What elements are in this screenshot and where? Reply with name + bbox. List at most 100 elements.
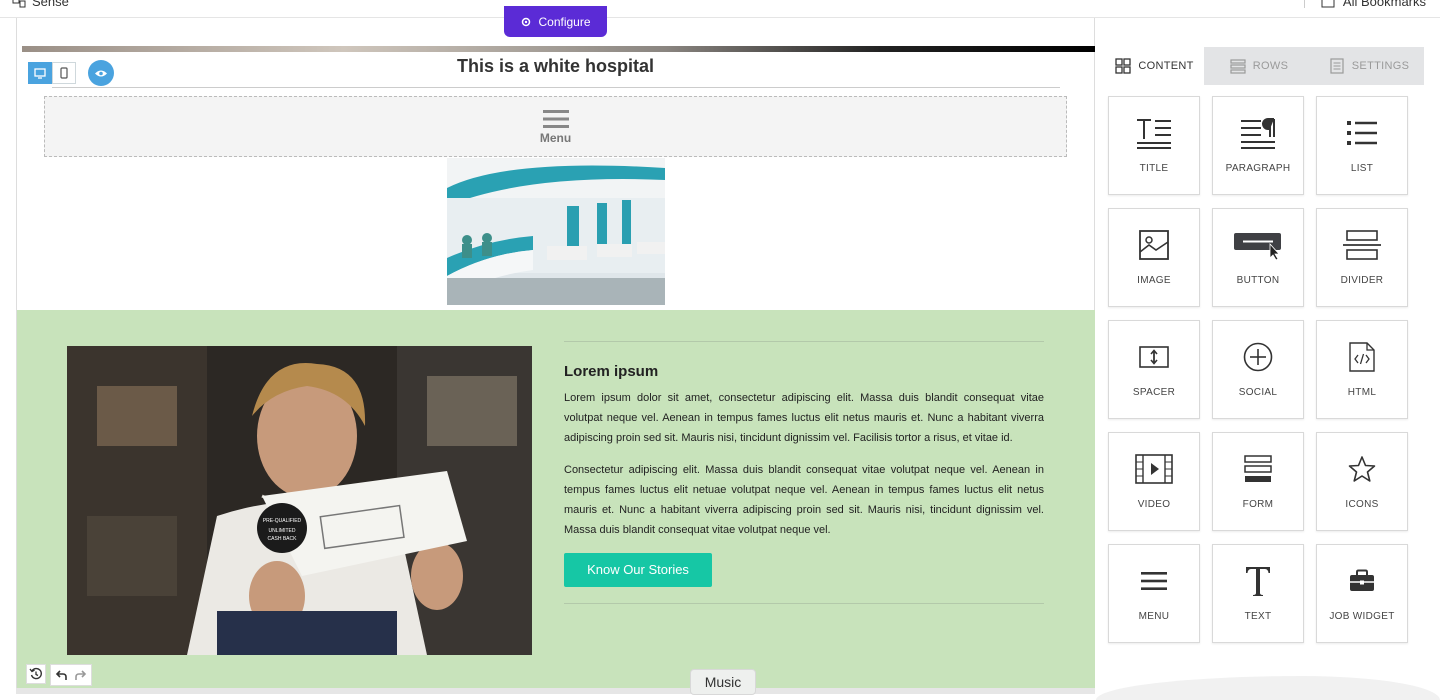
menu-block[interactable]: Menu (44, 96, 1067, 157)
block-icons-label: ICONS (1345, 499, 1379, 510)
badge-line-1: PRE-QUALIFIED (263, 518, 302, 524)
block-list[interactable]: LIST (1316, 96, 1408, 195)
spacer-icon (1139, 346, 1169, 368)
paragraph-icon (1241, 118, 1275, 149)
block-title[interactable]: TITLE (1108, 96, 1200, 195)
title-icon (1137, 119, 1171, 149)
configure-label: Configure (538, 14, 591, 29)
badge-line-2: UNLIMITED (269, 528, 296, 534)
block-button-label: BUTTON (1236, 275, 1280, 286)
button-icon (1234, 233, 1281, 260)
block-menu[interactable]: MENU (1108, 544, 1200, 643)
block-video[interactable]: VIDEO (1108, 432, 1200, 531)
preview-button[interactable] (88, 60, 114, 86)
list-icon (1347, 121, 1377, 145)
block-button[interactable]: BUTTON (1212, 208, 1304, 307)
block-image[interactable]: IMAGE (1108, 208, 1200, 307)
topbar-divider (1304, 0, 1305, 8)
image-icon (1139, 230, 1169, 260)
briefcase-icon (1350, 569, 1374, 591)
desktop-icon (34, 67, 46, 79)
block-text[interactable]: TEXT (1212, 544, 1304, 643)
block-menu-label: MENU (1138, 611, 1170, 622)
all-bookmarks-label: All Bookmarks (1342, 0, 1426, 9)
tab-rows[interactable]: ROWS (1204, 47, 1314, 85)
sense-label: Sense (32, 0, 69, 9)
tab-rows-label: ROWS (1252, 60, 1289, 72)
history-button[interactable] (26, 664, 46, 684)
block-image-label: IMAGE (1137, 275, 1171, 286)
history-icon (29, 667, 42, 680)
sense-link[interactable]: Sense (12, 0, 69, 9)
man-reading-letter-picture: PRE-QUALIFIED UNLIMITED CASH BACK (67, 346, 532, 655)
history-controls (26, 664, 92, 686)
section-heading[interactable]: Lorem ipsum (564, 363, 1044, 380)
section-paragraph-2[interactable]: Consectetur adipiscing elit. Massa duis … (564, 460, 1044, 540)
block-video-label: VIDEO (1137, 499, 1171, 510)
redo-button[interactable] (71, 665, 91, 685)
block-text-label: TEXT (1244, 611, 1272, 622)
video-film-icon (1135, 454, 1173, 484)
bookmark-folder-icon (1321, 0, 1335, 7)
gear-icon (522, 17, 531, 26)
divider-icon (1343, 230, 1381, 260)
block-paragraph[interactable]: PARAGRAPH (1212, 96, 1304, 195)
social-plus-icon (1243, 342, 1273, 372)
top-bar: Sense All Bookmarks (0, 0, 1440, 18)
section-paragraph-1[interactable]: Lorem ipsum dolor sit amet, consectetur … (564, 388, 1044, 448)
tab-settings-label: SETTINGS (1351, 60, 1410, 72)
rows-icon (1230, 59, 1246, 74)
block-form-label: FORM (1242, 499, 1274, 510)
bottom-divider (564, 603, 1044, 604)
block-spacer-label: SPACER (1132, 387, 1176, 398)
html-file-icon (1349, 342, 1375, 372)
block-spacer[interactable]: SPACER (1108, 320, 1200, 419)
canvas-bottom-strip (16, 688, 1095, 694)
panel-tabs: CONTENT ROWS SETTINGS (1105, 47, 1424, 85)
text-column: Lorem ipsum Lorem ipsum dolor sit amet, … (564, 341, 1044, 604)
top-divider (564, 341, 1044, 342)
tab-content[interactable]: CONTENT (1105, 47, 1204, 85)
menu-label: Menu (539, 130, 572, 145)
hospital-ward-picture (447, 158, 665, 305)
desktop-view-button[interactable] (28, 62, 52, 84)
know-our-stories-button[interactable]: Know Our Stories (564, 553, 712, 587)
grid-icon (1115, 58, 1132, 74)
block-paragraph-label: PARAGRAPH (1225, 163, 1291, 174)
hospital-image[interactable] (447, 158, 665, 305)
blocks-grid: TITLE PARAGRAPH LIST IMAGE BUTTON DIVIDE… (1108, 96, 1408, 643)
block-html[interactable]: HTML (1316, 320, 1408, 419)
block-job-widget-label: JOB WIDGET (1329, 611, 1395, 622)
block-list-label: LIST (1350, 163, 1374, 174)
hamburger-icon (1141, 572, 1167, 590)
block-icons[interactable]: ICONS (1316, 432, 1408, 531)
device-toggle (28, 60, 114, 86)
block-divider[interactable]: DIVIDER (1316, 208, 1408, 307)
undo-button[interactable] (51, 665, 71, 685)
title-divider (52, 87, 1060, 88)
block-title-label: TITLE (1139, 163, 1169, 174)
star-icon (1348, 456, 1376, 482)
page-title[interactable]: This is a white hospital (16, 56, 1095, 77)
block-form[interactable]: FORM (1212, 432, 1304, 531)
eye-icon (95, 70, 107, 76)
badge-line-3: CASH BACK (268, 536, 298, 542)
redo-icon (75, 670, 87, 680)
form-icon (1244, 455, 1272, 482)
sense-icon (12, 0, 26, 7)
hamburger-icon (542, 109, 569, 128)
block-social-label: SOCIAL (1238, 387, 1278, 398)
configure-button[interactable]: Configure (504, 6, 607, 37)
header-image-strip (22, 46, 1095, 52)
block-social[interactable]: SOCIAL (1212, 320, 1304, 419)
person-image[interactable]: PRE-QUALIFIED UNLIMITED CASH BACK (67, 346, 532, 655)
block-html-label: HTML (1347, 387, 1377, 398)
tab-settings[interactable]: SETTINGS (1314, 47, 1424, 85)
block-divider-label: DIVIDER (1340, 275, 1384, 286)
mobile-icon (60, 67, 68, 79)
music-tooltip: Music (690, 669, 756, 695)
all-bookmarks-link[interactable]: All Bookmarks (1321, 0, 1426, 9)
block-job-widget[interactable]: JOB WIDGET (1316, 544, 1408, 643)
mobile-view-button[interactable] (52, 62, 76, 84)
tab-content-label: CONTENT (1138, 60, 1194, 72)
